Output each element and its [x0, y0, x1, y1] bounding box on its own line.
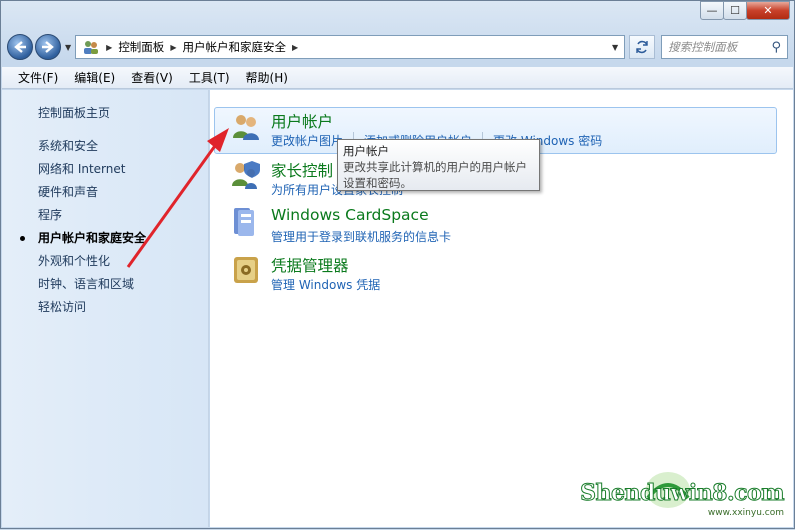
category-links: 管理 Windows 凭据	[271, 276, 390, 293]
close-button[interactable]: ✕	[746, 1, 790, 20]
change-account-picture-link[interactable]: 更改帐户图片	[271, 132, 343, 149]
manage-information-cards-link[interactable]: 管理用于登录到联机服务的信息卡	[271, 228, 451, 245]
sidebar-item-ease-of-access[interactable]: 轻松访问	[38, 298, 86, 315]
control-panel-icon	[84, 41, 99, 54]
menu-view[interactable]: 查看(V)	[131, 69, 173, 86]
forward-button[interactable]	[35, 34, 61, 60]
watermark: Shenduwin8.com www.xxinyu.com	[580, 460, 788, 520]
category-title[interactable]: 用户帐户	[271, 110, 333, 132]
watermark-text: Shenduwin8.com	[580, 480, 785, 507]
recent-pages-dropdown-icon[interactable]: ▼	[65, 43, 71, 52]
tooltip-body-line2: 设置和密码。	[343, 176, 412, 190]
control-panel-window: — ☐ ✕ ▼ ▶ 控制面板 ▶ 用户帐户和家庭安全 ▶ ▼ 搜索控制面板 ⚲ …	[0, 0, 795, 529]
back-button[interactable]	[7, 34, 33, 60]
minimize-button[interactable]: —	[700, 1, 724, 20]
tooltip: 用户帐户 更改共享此计算机的用户的用户帐户 设置和密码。	[337, 139, 540, 191]
refresh-button[interactable]	[629, 35, 656, 59]
maximize-button[interactable]: ☐	[723, 1, 747, 20]
users-icon[interactable]	[230, 110, 262, 142]
search-icon[interactable]: ⚲	[771, 40, 781, 55]
breadcrumb-user-accounts-family-safety[interactable]: 用户帐户和家庭安全	[182, 39, 286, 55]
sidebar-item-programs[interactable]: 程序	[38, 206, 62, 223]
address-bar[interactable]: ▶ 控制面板 ▶ 用户帐户和家庭安全 ▶ ▼	[75, 35, 626, 59]
sidebar-item-clock-language-region[interactable]: 时钟、语言和区域	[38, 275, 134, 292]
parental-controls-icon[interactable]	[230, 159, 262, 191]
menu-file[interactable]: 文件(F)	[18, 69, 58, 86]
sidebar-item-network-internet[interactable]: 网络和 Internet	[38, 160, 125, 177]
category-links: 管理用于登录到联机服务的信息卡	[271, 228, 461, 245]
navigation-bar: ▼ ▶ 控制面板 ▶ 用户帐户和家庭安全 ▶ ▼ 搜索控制面板 ⚲	[7, 31, 788, 63]
category-title[interactable]: 家长控制	[271, 159, 333, 181]
active-item-bullet-icon	[20, 236, 25, 241]
category-title[interactable]: Windows CardSpace	[271, 206, 429, 224]
search-placeholder: 搜索控制面板	[668, 40, 738, 54]
tooltip-title: 用户帐户	[343, 144, 389, 158]
sidebar-item-hardware-sound[interactable]: 硬件和声音	[38, 183, 98, 200]
back-arrow-icon	[14, 41, 26, 53]
sidebar-item-appearance-personalization[interactable]: 外观和个性化	[38, 252, 110, 269]
caption-buttons: — ☐ ✕	[700, 1, 790, 20]
address-dropdown-icon[interactable]: ▼	[612, 43, 618, 52]
sidebar-item-control-panel-home[interactable]: 控制面板主页	[38, 104, 110, 121]
menu-help[interactable]: 帮助(H)	[246, 69, 288, 86]
forward-arrow-icon	[42, 41, 54, 53]
search-input[interactable]: 搜索控制面板 ⚲	[661, 35, 788, 59]
menu-edit[interactable]: 编辑(E)	[74, 69, 115, 86]
credential-manager-icon[interactable]	[230, 254, 262, 286]
sidebar: 控制面板主页 系统和安全 网络和 Internet 硬件和声音 程序 用户帐户和…	[2, 90, 209, 527]
sidebar-item-user-accounts-family-safety[interactable]: 用户帐户和家庭安全	[38, 229, 146, 246]
cardspace-icon[interactable]	[230, 206, 262, 238]
menu-tools[interactable]: 工具(T)	[189, 69, 230, 86]
manage-windows-credentials-link[interactable]: 管理 Windows 凭据	[271, 276, 380, 293]
watermark-url: www.xxinyu.com	[707, 508, 784, 518]
breadcrumb-control-panel[interactable]: 控制面板	[118, 39, 164, 55]
tooltip-body-line1: 更改共享此计算机的用户的用户帐户	[343, 160, 527, 174]
breadcrumb-separator-icon[interactable]: ▶	[106, 43, 112, 52]
category-title[interactable]: 凭据管理器	[271, 254, 349, 276]
sidebar-item-system-security[interactable]: 系统和安全	[38, 137, 98, 154]
breadcrumb-separator-icon[interactable]: ▶	[292, 43, 298, 52]
refresh-icon	[636, 40, 648, 54]
menu-bar: 文件(F) 编辑(E) 查看(V) 工具(T) 帮助(H)	[2, 67, 793, 89]
breadcrumb-separator-icon[interactable]: ▶	[170, 43, 176, 52]
